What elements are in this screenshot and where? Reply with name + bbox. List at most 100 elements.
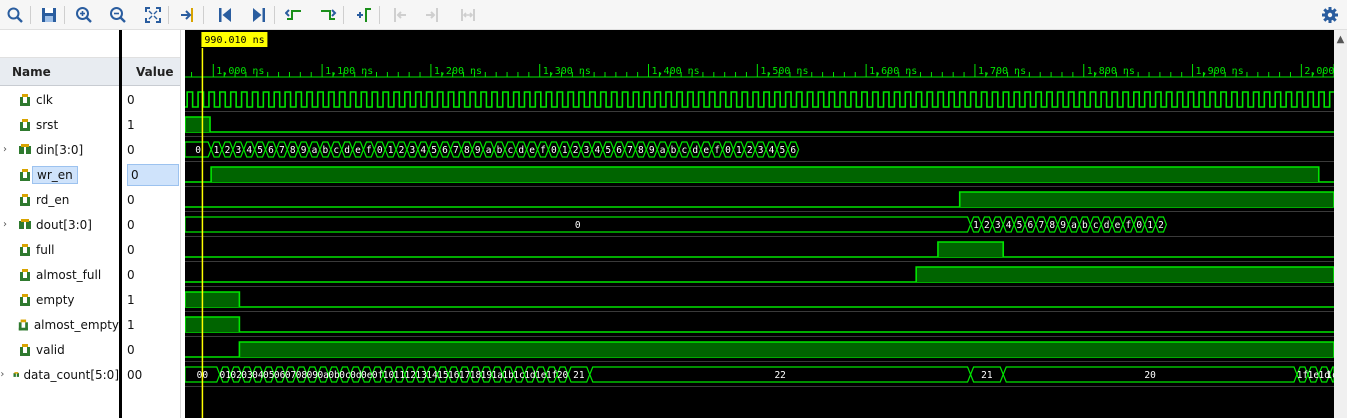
add-marker-button[interactable] xyxy=(353,4,375,26)
bus-segment-value: 0 xyxy=(377,145,383,156)
next-transition-button[interactable] xyxy=(317,4,339,26)
signal-row-valid[interactable]: valid xyxy=(0,337,119,362)
bus-segment-value: 1 xyxy=(736,145,742,156)
signal-row-rd_en[interactable]: rd_en xyxy=(0,187,119,212)
bus-segment-value: 4 xyxy=(595,145,601,156)
zoom-out-button[interactable] xyxy=(107,4,129,26)
signal-name-label: srst xyxy=(36,117,59,132)
bus-segment-value: f xyxy=(540,145,546,156)
bus-segment-value: 12 xyxy=(405,370,416,381)
bus-segment-value: 13 xyxy=(415,370,426,381)
signal-value-text: 0 xyxy=(127,163,179,186)
go-to-last-time-icon xyxy=(253,8,265,22)
signal-name-label: valid xyxy=(36,342,65,357)
bit-signal-icon xyxy=(20,268,30,281)
search-button[interactable] xyxy=(4,4,26,26)
signal-row-dout30[interactable]: › dout[3:0] xyxy=(0,212,119,237)
name-column-header[interactable]: Name xyxy=(0,58,119,86)
zoom-fit-icon xyxy=(145,7,161,23)
signal-value-cell: 0 xyxy=(127,187,135,212)
signal-row-full[interactable]: full xyxy=(0,237,119,262)
bus-segment-value: 5 xyxy=(431,145,437,156)
previous-marker-button[interactable] xyxy=(388,4,410,26)
signal-value-cell: 0 xyxy=(127,262,135,287)
bus-segment-value: 5 xyxy=(779,145,785,156)
expand-chevron-icon[interactable]: › xyxy=(0,369,5,380)
waveform-panel[interactable]: 1,000 ns 1,100 ns 1,200 ns 1,300 ns 1,400 ns… xyxy=(185,30,1334,418)
zoom-in-button[interactable] xyxy=(73,4,95,26)
bus-segment-value: 0 xyxy=(1136,220,1142,231)
bus-segment-value: 6 xyxy=(268,145,274,156)
signal-value-cell: 1 xyxy=(127,112,135,137)
swap-cursors-button[interactable] xyxy=(457,4,479,26)
bus-segment-value: 1f xyxy=(546,370,557,381)
bus-signal-icon xyxy=(13,371,19,377)
bit-signal-icon xyxy=(20,343,30,356)
bus-segment-value: 3 xyxy=(758,145,764,156)
bus-segment-value: 05 xyxy=(263,370,274,381)
bus-segment-value: 5 xyxy=(605,145,611,156)
vertical-scrollbar[interactable]: ▲ xyxy=(1334,30,1347,418)
value-column-header[interactable]: Value xyxy=(122,58,180,86)
signal-row-almost_empty[interactable]: almost_empty xyxy=(0,312,119,337)
settings-button[interactable] xyxy=(1319,4,1341,26)
bus-segment-value: 9 xyxy=(475,145,481,156)
bus-segment-value: 3 xyxy=(235,145,241,156)
bus-segment-value: e xyxy=(355,145,361,156)
values-blank-strip xyxy=(122,30,180,58)
signal-high-fill xyxy=(185,117,211,132)
signal-row-wr_en[interactable]: wr_en xyxy=(0,162,119,187)
go-to-time-zero-button[interactable] xyxy=(214,4,236,26)
bus-segment-value: 7 xyxy=(453,145,459,156)
bus-segment-value: 0d xyxy=(350,370,361,381)
signal-value-text: 0 xyxy=(127,267,135,282)
go-to-last-time-button[interactable] xyxy=(248,4,270,26)
bus-segment-value: c xyxy=(1093,220,1099,231)
bus-segment-value: 0a xyxy=(317,370,328,381)
scroll-up-arrow-icon[interactable]: ▲ xyxy=(1334,34,1347,46)
zoom-in-icon xyxy=(76,7,92,23)
save-button[interactable] xyxy=(38,4,60,26)
previous-transition-button[interactable] xyxy=(283,4,305,26)
waveform-canvas[interactable]: 1,000 ns 1,100 ns 1,200 ns 1,300 ns 1,400 ns… xyxy=(185,30,1334,418)
signal-row-din30[interactable]: › din[3:0] xyxy=(0,137,119,162)
toolbar-separator xyxy=(379,6,380,24)
signal-row-almost_full[interactable]: almost_full xyxy=(0,262,119,287)
bus-segment-value: 4 xyxy=(420,145,426,156)
bus-segment-value: f xyxy=(714,145,720,156)
signal-value-text: 1 xyxy=(127,117,135,132)
signal-row-srst[interactable]: srst xyxy=(0,112,119,137)
bus-segment-value: 2 xyxy=(573,145,579,156)
signal-value-cell: 1 xyxy=(127,287,135,312)
bus-segment-value: 1a xyxy=(492,370,503,381)
bus-segment-value: 07 xyxy=(285,370,296,381)
signal-row-clk[interactable]: clk xyxy=(0,87,119,112)
bus-segment-value: 0 xyxy=(725,145,731,156)
signal-row-data_count50[interactable]: › data_count[5:0] xyxy=(0,362,119,387)
next-marker-button[interactable] xyxy=(422,4,444,26)
go-to-cursor-button[interactable] xyxy=(177,4,199,26)
bus-segment-value: d xyxy=(344,145,350,156)
bus-segment-value: 17 xyxy=(459,370,470,381)
add-marker-icon xyxy=(357,8,371,22)
signal-name-label: empty xyxy=(36,292,75,307)
bus-segment-value: 6 xyxy=(442,145,448,156)
bus-segment-value: 1 xyxy=(562,145,568,156)
bus-segment-value: b xyxy=(1082,220,1088,231)
bus-segment-value: d xyxy=(518,145,524,156)
signal-high-fill xyxy=(239,342,1334,357)
expand-chevron-icon[interactable]: › xyxy=(0,144,10,155)
bus-segment-value: e xyxy=(703,145,709,156)
signal-value-cell: 1 xyxy=(127,312,135,337)
expand-chevron-icon[interactable]: › xyxy=(0,219,10,230)
bus-segment-value: b xyxy=(497,145,503,156)
bus-segment-value: b xyxy=(322,145,328,156)
zoom-fit-button[interactable] xyxy=(142,4,164,26)
bus-segment-value: d xyxy=(692,145,698,156)
time-ruler-label: 2,000 ns xyxy=(1304,66,1334,77)
clk-waveform xyxy=(185,91,1334,108)
bus-segment-value: 1 xyxy=(388,145,394,156)
bus-segment-value: 0c xyxy=(339,370,350,381)
signal-row-empty[interactable]: empty xyxy=(0,287,119,312)
bus-segment-value: 3 xyxy=(410,145,416,156)
